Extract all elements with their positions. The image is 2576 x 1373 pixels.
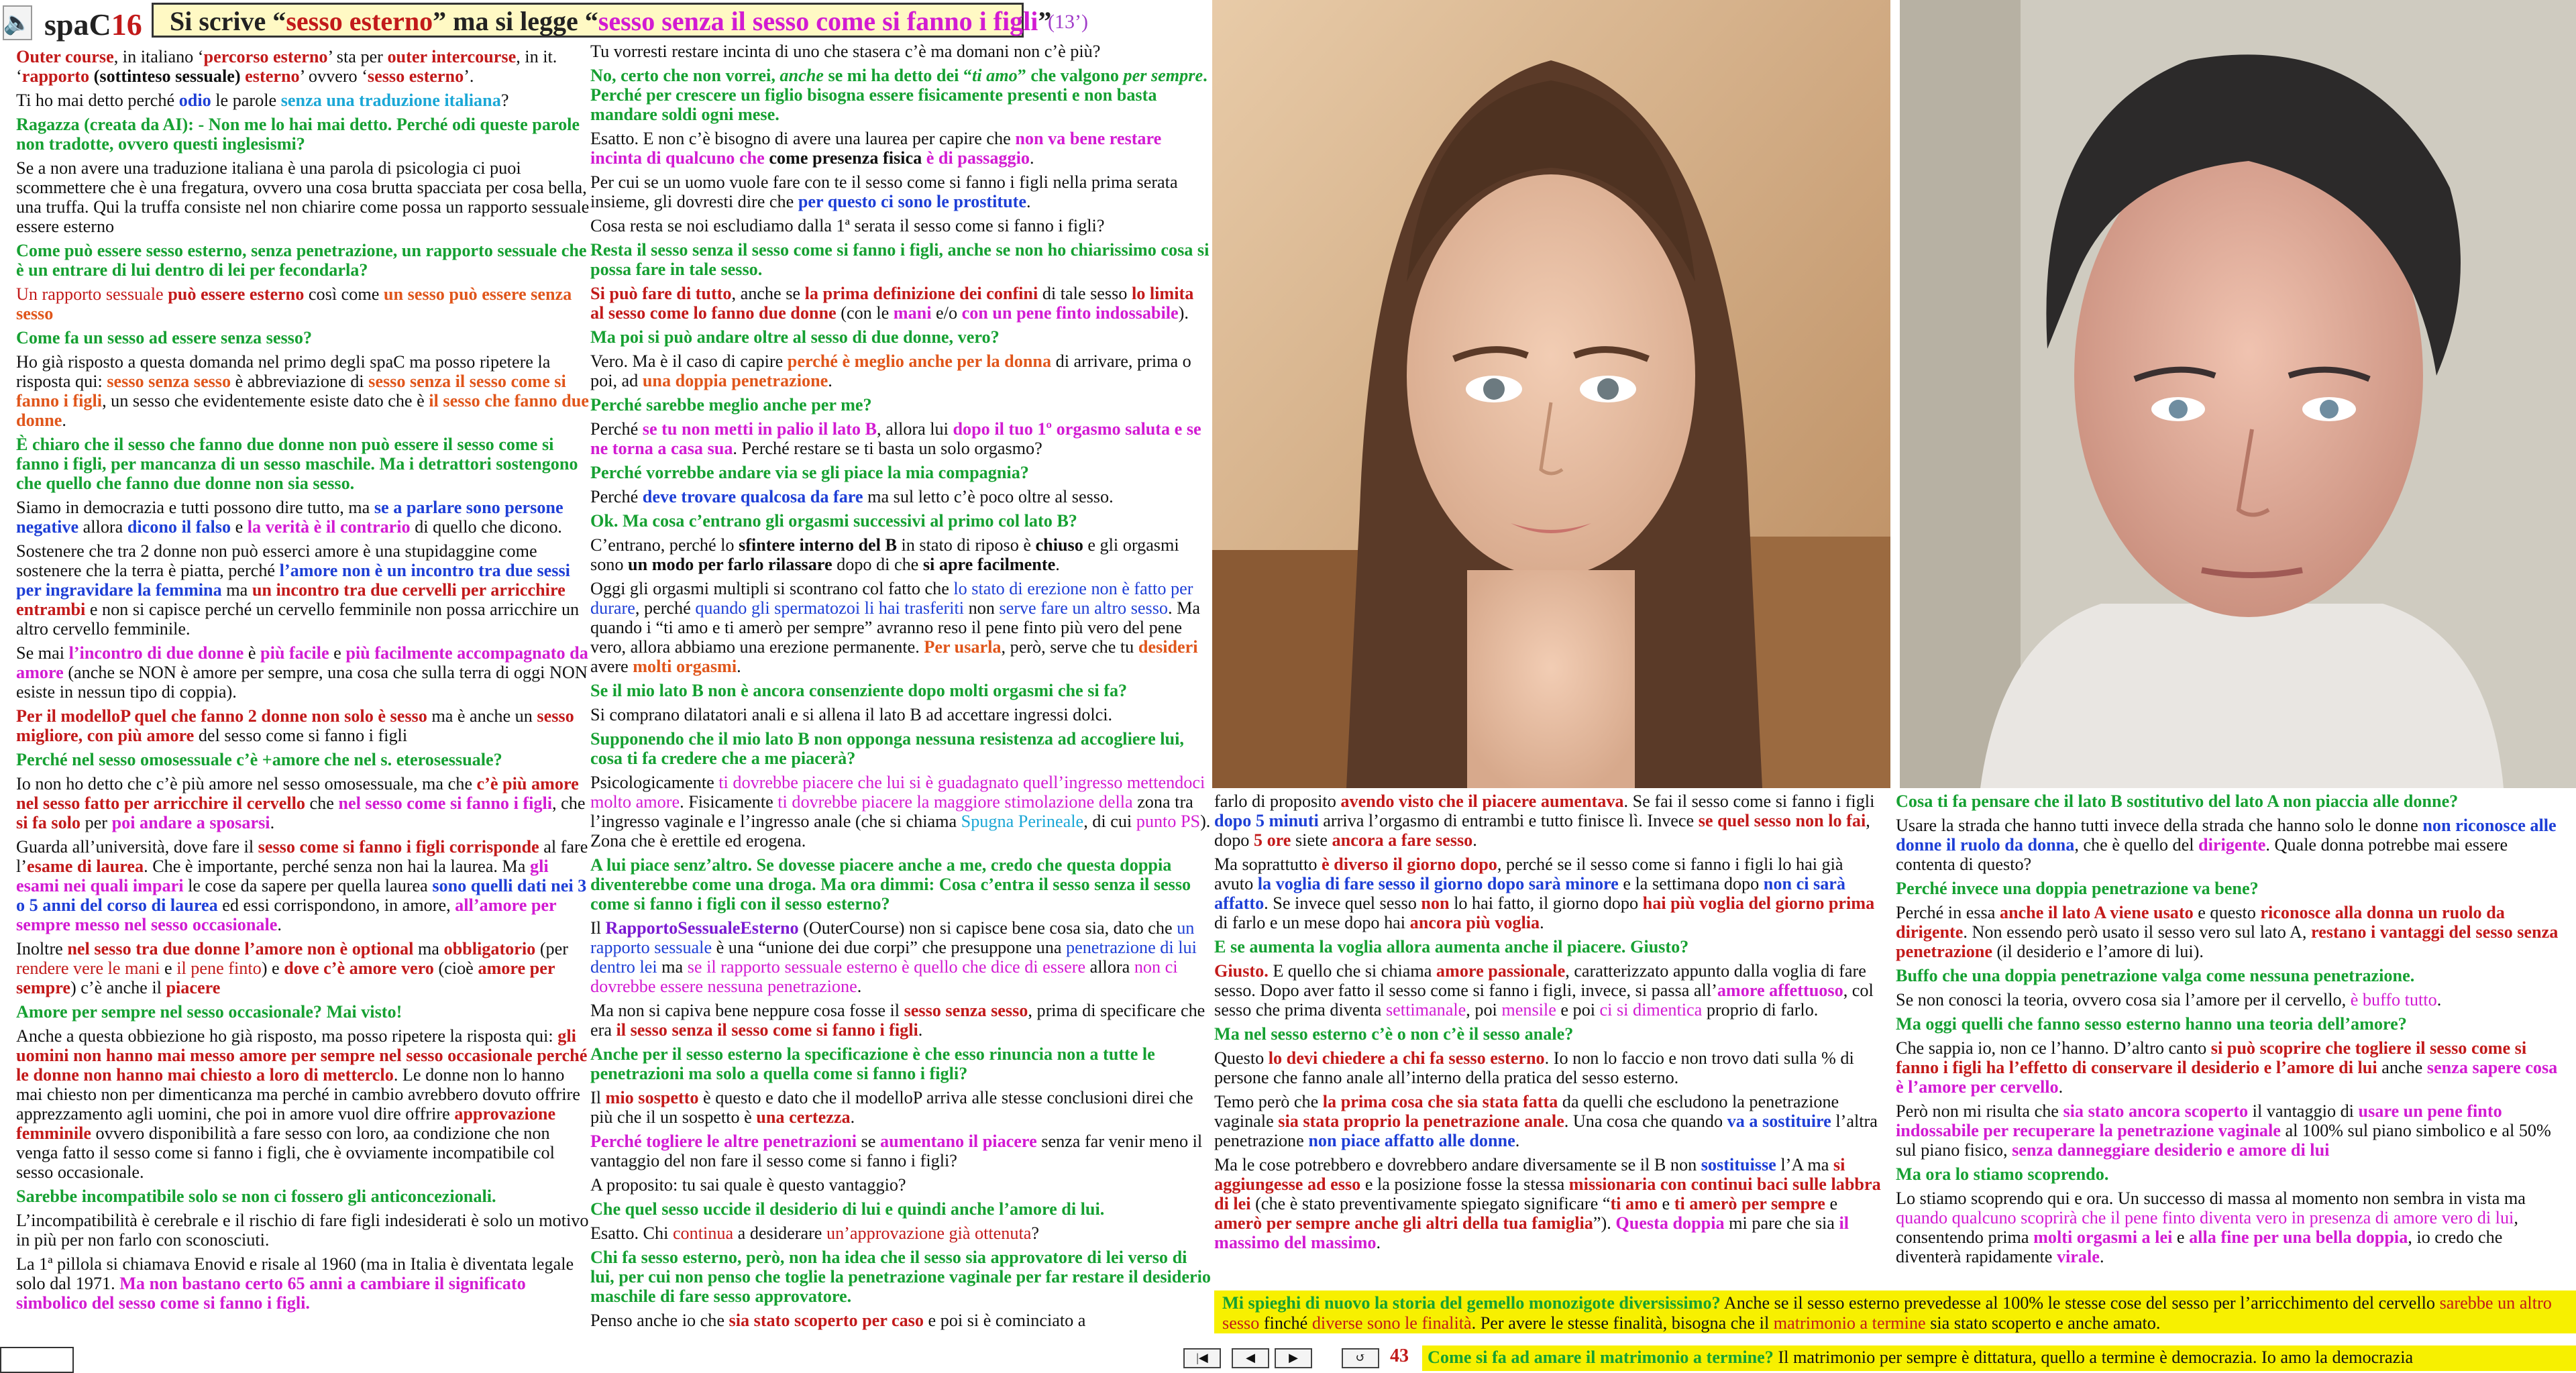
paragraph: Psicologicamente ti dovrebbe piacere che… bbox=[590, 773, 1211, 850]
duration-label: (13’) bbox=[1048, 11, 1088, 33]
paragraph: Un rapporto sessuale può essere esterno … bbox=[16, 284, 572, 323]
woman-portrait-illustration bbox=[1212, 0, 1890, 788]
question: Supponendo che il mio lato B non opponga… bbox=[590, 729, 1184, 768]
question: È chiaro che il sesso che fanno due donn… bbox=[16, 435, 578, 493]
paragraph: La 1ª pillola si chiamava Enovid e risal… bbox=[16, 1254, 574, 1313]
paragraph: Ma non si capiva bene neppure cosa fosse… bbox=[590, 1001, 1205, 1040]
question: Ma ora lo stiamo scoprendo. bbox=[1896, 1164, 2109, 1184]
paragraph: farlo di proposito avendo visto che il p… bbox=[1214, 791, 1875, 850]
paragraph: Questo lo devi chiedere a chi fa sesso e… bbox=[1214, 1048, 1854, 1087]
paragraph: Se mai l’incontro di due donne è più fac… bbox=[16, 643, 588, 702]
paragraph: A proposito: tu sai quale è questo vanta… bbox=[590, 1175, 906, 1195]
question: Buffo che una doppia penetrazione valga … bbox=[1896, 966, 2415, 985]
paragraph: Anche a questa obbiezione ho già rispost… bbox=[16, 1026, 588, 1182]
paragraph: Si può fare di tutto, anche se la prima … bbox=[590, 284, 1194, 323]
paragraph: Ma le cose potrebbero e dovrebbero andar… bbox=[1214, 1155, 1881, 1252]
question: Chi fa sesso esterno, però, non ha idea … bbox=[590, 1248, 1211, 1306]
man-portrait-image bbox=[1900, 0, 2576, 788]
next-page-icon: ▶ bbox=[1289, 1351, 1298, 1364]
paragraph: Oggi gli orgasmi multipli si scontrano c… bbox=[590, 579, 1201, 676]
paragraph: Sostenere che tra 2 donne non può esserc… bbox=[16, 541, 580, 639]
paragraph: L’incompatibilità è cerebrale e il risch… bbox=[16, 1211, 589, 1250]
column-1: Outer course, in italiano ‘percorso este… bbox=[16, 47, 590, 1317]
paragraph: Perché togliere le altre penetrazioni se… bbox=[590, 1132, 1203, 1170]
paragraph: Temo però che la prima cosa che sia stat… bbox=[1214, 1092, 1878, 1150]
question: Come può essere sesso esterno, senza pen… bbox=[16, 241, 587, 280]
column-3: farlo di proposito avendo visto che il p… bbox=[1214, 791, 1885, 1257]
question: Ma oggi quelli che fanno sesso esterno h… bbox=[1896, 1014, 2407, 1034]
question: Ma nel sesso esterno c’è o non c’è il se… bbox=[1214, 1024, 1574, 1044]
question: Cosa ti fa pensare che il lato B sostitu… bbox=[1896, 791, 2459, 811]
menu-button[interactable]: ↺ bbox=[1342, 1348, 1379, 1368]
paragraph: Esatto. Chi continua a desiderare un’app… bbox=[590, 1223, 1040, 1243]
footer-bar: |◀ ◀ ▶ ↺ 43 Come si fa ad amare il matri… bbox=[1181, 1345, 2576, 1372]
highlight-banner: Mi spieghi di nuovo la storia del gemell… bbox=[1214, 1290, 2576, 1333]
man-portrait-illustration bbox=[1900, 0, 2576, 788]
paragraph: Vero. Ma è il caso di capire perché è me… bbox=[590, 351, 1191, 390]
paragraph: Il RapportoSessualeEsterno (OuterCourse)… bbox=[590, 918, 1197, 996]
question: Perché nel sesso omosessuale c’è +amore … bbox=[16, 750, 502, 769]
paragraph: Giusto. E quello che si chiama amore pas… bbox=[1214, 961, 1874, 1020]
paragraph: Perché in essa anche il lato A viene usa… bbox=[1896, 903, 2559, 961]
paragraph: Penso anche io che sia stato scoperto pe… bbox=[590, 1311, 1086, 1330]
question: Perché vorrebbe andare via se gli piace … bbox=[590, 463, 1029, 482]
speaker-icon[interactable]: 🔈 bbox=[3, 5, 32, 40]
paragraph: Che sappia io, non ce l’hanno. D’altro c… bbox=[1896, 1038, 2558, 1097]
question: Perché sarebbe meglio anche per me? bbox=[590, 395, 872, 415]
page-title: Si scrive “sesso esterno” ma si legge “s… bbox=[152, 3, 1051, 38]
paragraph: Per cui se un uomo vuole fare con te il … bbox=[590, 172, 1178, 211]
paragraph: Perché se tu non metti in palio il lato … bbox=[590, 419, 1201, 458]
paragraph: Guarda all’università, dove fare il sess… bbox=[16, 837, 588, 934]
bottom-left-frame bbox=[0, 1347, 74, 1373]
question: Sarebbe incompatibile solo se non ci fos… bbox=[16, 1187, 496, 1206]
paragraph: Per il modelloP quel che fanno 2 donne n… bbox=[16, 706, 574, 745]
paragraph: Tu vorresti restare incinta di uno che s… bbox=[590, 42, 1101, 61]
paragraph: Cosa resta se noi escludiamo dalla 1ª se… bbox=[590, 216, 1105, 235]
paragraph: Però non mi risulta che sia stato ancora… bbox=[1896, 1101, 2551, 1160]
question: Perché invece una doppia penetrazione va… bbox=[1896, 879, 2259, 898]
paragraph: Se non conosci la teoria, ovvero cosa si… bbox=[1896, 990, 2442, 1009]
question: Anche per il sesso esterno la specificaz… bbox=[590, 1044, 1155, 1083]
question: Ragazza (creata da AI): - Non me lo hai … bbox=[16, 115, 580, 154]
question: Come fa un sesso ad essere senza sesso? bbox=[16, 328, 313, 347]
paragraph: Ma soprattutto è diverso il giorno dopo,… bbox=[1214, 855, 1875, 932]
question: Che quel sesso uccide il desiderio di lu… bbox=[590, 1199, 1105, 1219]
paragraph: Siamo in democrazia e tutti possono dire… bbox=[16, 498, 564, 537]
paragraph: Io non ho detto che c’è più amore nel se… bbox=[16, 774, 586, 832]
logo: spaC16 bbox=[44, 7, 142, 42]
column-4: Cosa ti fa pensare che il lato B sostitu… bbox=[1896, 791, 2567, 1271]
paragraph: C’entrano, perché lo sfintere interno de… bbox=[590, 535, 1179, 574]
question: Ma poi si può andare oltre al sesso di d… bbox=[590, 327, 1000, 347]
woman-portrait-image bbox=[1212, 0, 1890, 788]
paragraph: Lo stiamo scoprendo qui e ora. Un succes… bbox=[1896, 1189, 2526, 1266]
paragraph: Il mio sospetto è questo e dato che il m… bbox=[590, 1088, 1193, 1127]
paragraph: Inoltre nel sesso tra due donne l’amore … bbox=[16, 939, 568, 997]
first-page-icon: |◀ bbox=[1196, 1351, 1208, 1364]
first-page-button[interactable]: |◀ bbox=[1183, 1348, 1221, 1368]
paragraph: Si comprano dilatatori anali e si allena… bbox=[590, 705, 1113, 724]
paragraph: Usare la strada che hanno tutti invece d… bbox=[1896, 816, 2557, 874]
question: Amore per sempre nel sesso occasionale? … bbox=[16, 1002, 402, 1022]
paragraph: Ti ho mai detto perché odio le parole se… bbox=[16, 91, 509, 110]
question: A lui piace senz’altro. Se dovesse piace… bbox=[590, 855, 1191, 914]
footer-question: Come si fa ad amare il matrimonio a term… bbox=[1422, 1345, 2576, 1371]
prev-page-icon: ◀ bbox=[1246, 1351, 1255, 1364]
paragraph: Se a non avere una traduzione italiana è… bbox=[16, 158, 590, 236]
page-number: 43 bbox=[1390, 1345, 1409, 1366]
header: 🔈 spaC16 Si scrive “sesso esterno” ma si… bbox=[0, 0, 1208, 46]
question: E se aumenta la voglia allora aumenta an… bbox=[1214, 937, 1689, 956]
paragraph: Ho già risposto a questa domanda nel pri… bbox=[16, 352, 589, 430]
menu-icon: ↺ bbox=[1355, 1351, 1366, 1364]
question: Se il mio lato B non è ancora consenzien… bbox=[590, 681, 1128, 700]
question: No, certo che non vorrei, anche se mi ha… bbox=[590, 66, 1208, 124]
paragraph: Esatto. E non c’è bisogno di avere una l… bbox=[590, 129, 1162, 168]
question: Resta il sesso senza il sesso come si fa… bbox=[590, 240, 1210, 279]
next-page-button[interactable]: ▶ bbox=[1275, 1348, 1312, 1368]
question: Ok. Ma cosa c’entrano gli orgasmi succes… bbox=[590, 511, 1077, 531]
paragraph: Perché deve trovare qualcosa da fare ma … bbox=[590, 487, 1114, 506]
paragraph: Outer course, in italiano ‘percorso este… bbox=[16, 47, 557, 86]
prev-page-button[interactable]: ◀ bbox=[1232, 1348, 1269, 1368]
column-2: Tu vorresti restare incinta di uno che s… bbox=[590, 42, 1211, 1335]
